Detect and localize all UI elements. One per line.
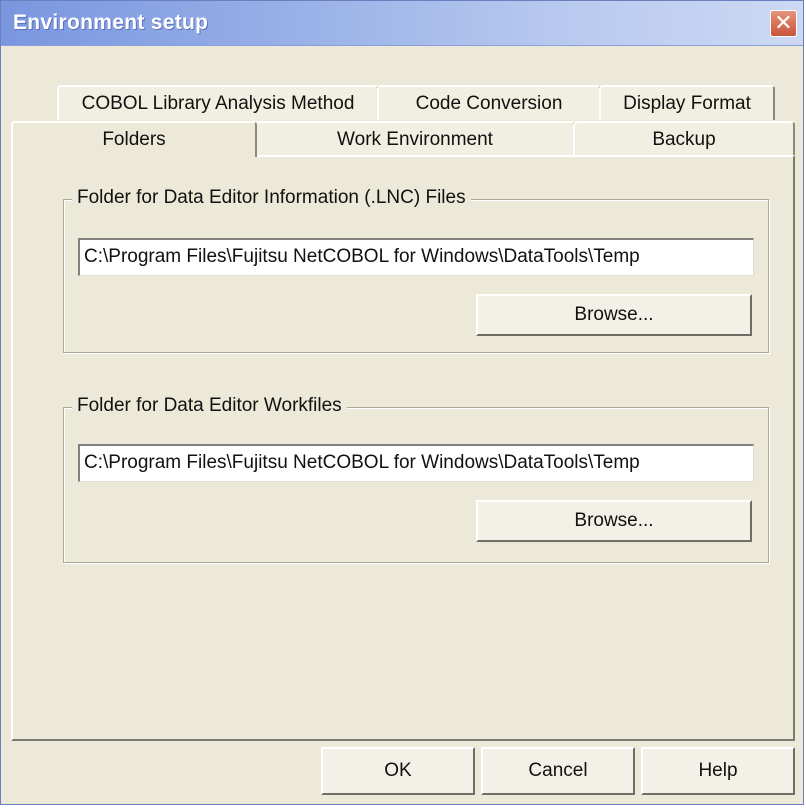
lnc-browse-button[interactable]: Browse... <box>476 294 752 336</box>
close-button[interactable]: ✕ <box>770 10 797 37</box>
lnc-files-folder-group: Folder for Data Editor Information (.LNC… <box>63 187 769 353</box>
ok-button[interactable]: OK <box>321 747 475 795</box>
workfiles-browse-button[interactable]: Browse... <box>476 500 752 542</box>
workfiles-folder-path-field[interactable]: C:\Program Files\Fujitsu NetCOBOL for Wi… <box>78 444 754 482</box>
close-icon: ✕ <box>774 10 793 35</box>
lnc-files-folder-label: Folder for Data Editor Information (.LNC… <box>72 187 471 209</box>
help-button[interactable]: Help <box>641 747 795 795</box>
tab-code-conversion[interactable]: Code Conversion <box>377 85 601 120</box>
tab-display-format[interactable]: Display Format <box>599 85 775 120</box>
tab-folders[interactable]: Folders <box>11 121 257 157</box>
title-bar[interactable]: Environment setup ✕ <box>1 1 803 46</box>
workfiles-folder-group: Folder for Data Editor Workfiles C:\Prog… <box>63 395 769 563</box>
lnc-folder-path-field[interactable]: C:\Program Files\Fujitsu NetCOBOL for Wi… <box>78 238 754 276</box>
environment-setup-dialog: Environment setup ✕ COBOL Library Analys… <box>0 0 804 805</box>
workfiles-folder-label: Folder for Data Editor Workfiles <box>72 395 347 417</box>
folders-tab-panel: Folder for Data Editor Information (.LNC… <box>11 155 795 741</box>
tab-work-environment[interactable]: Work Environment <box>255 121 575 156</box>
tab-backup[interactable]: Backup <box>573 121 795 156</box>
cancel-button[interactable]: Cancel <box>481 747 635 795</box>
dialog-title: Environment setup <box>13 11 209 34</box>
tab-cobol-library-analysis-method[interactable]: COBOL Library Analysis Method <box>57 85 379 120</box>
